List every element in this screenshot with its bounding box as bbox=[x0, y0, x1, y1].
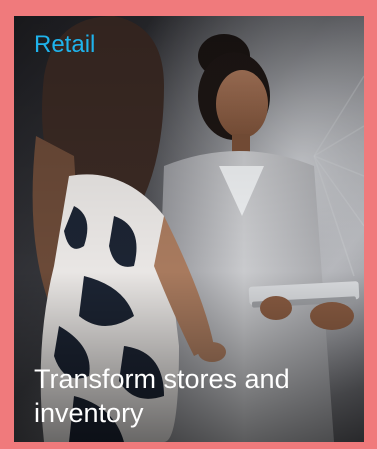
tile-caption: Transform stores and inventory bbox=[34, 364, 290, 428]
retail-tile[interactable]: Retail Transform stores and inventory bbox=[14, 16, 364, 442]
page-frame: Retail Transform stores and inventory bbox=[0, 0, 377, 449]
tile-category-label: Retail bbox=[34, 31, 96, 58]
